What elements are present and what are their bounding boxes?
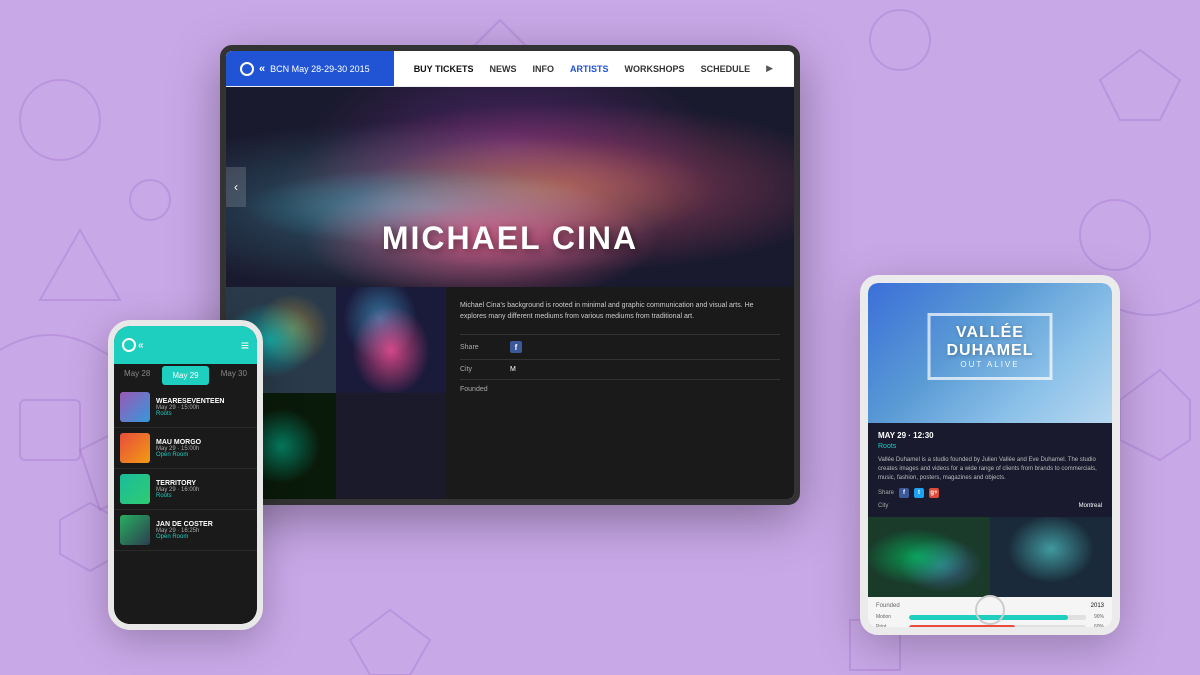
phone-thumb-1	[120, 392, 150, 422]
phone-top-bar: « ≡	[114, 326, 257, 364]
phone-list-item[interactable]: TERRITORY May 29 · 16:00h Roots	[114, 469, 257, 510]
desktop-info-text: Michael Cina's background is rooted in m…	[460, 301, 780, 322]
phone-logo: «	[122, 338, 144, 352]
phone-date-tabs: May 28 May 29 May 30	[114, 364, 257, 387]
tablet-hero-box: VALLÉE DUHAMEL OUT ALIVE	[928, 313, 1053, 380]
tablet-gplus-icon[interactable]: g+	[929, 488, 939, 498]
nav-date: BCN May 28-29-30 2015	[270, 64, 380, 74]
tablet-social-row: Share f t g+	[878, 488, 1102, 498]
phone-item-info-3: TERRITORY May 29 · 16:00h Roots	[156, 480, 251, 499]
nav-schedule[interactable]: schedule	[701, 64, 751, 74]
tablet-info-section: MAY 29 · 12:30 Roots Vallée Duhamel is a…	[868, 423, 1112, 517]
phone-item-room-1: Roots	[156, 411, 251, 417]
nav-info[interactable]: info	[533, 64, 555, 74]
tablet-hero: VALLÉE DUHAMEL OUT ALIVE	[868, 283, 1112, 423]
tablet-twitter-icon[interactable]: t	[914, 488, 924, 498]
desktop-city-row: City M	[460, 359, 780, 379]
tablet-print-label: Print	[876, 624, 906, 627]
tablet-founded-label: Founded	[876, 603, 900, 609]
city-label: City	[460, 366, 500, 373]
tablet-hero-subtitle: OUT ALIVE	[947, 360, 1034, 369]
phone-item-room-4: Open Room	[156, 534, 251, 540]
desktop-nav: « BCN May 28-29-30 2015 BUY TICKETS news…	[226, 51, 794, 87]
desktop-info-panel: Michael Cina's background is rooted in m…	[446, 287, 794, 499]
tablet-screen: VALLÉE DUHAMEL OUT ALIVE MAY 29 · 12:30 …	[868, 283, 1112, 627]
phone-tab-may30[interactable]: May 30	[211, 364, 257, 387]
desktop-founded-row: Founded	[460, 379, 780, 399]
phone-item-title-2: MAU MORGO	[156, 439, 251, 446]
tablet-middle-images	[868, 517, 1112, 597]
desktop-hero: MICHAEL CINA ‹	[226, 87, 794, 287]
gallery-thumb-2	[336, 287, 446, 393]
nav-news[interactable]: news	[490, 64, 517, 74]
phone-screen: « ≡ May 28 May 29 May 30 WEARESEVENTEEN …	[114, 326, 257, 624]
tablet-founded-value: 2013	[1091, 603, 1104, 609]
desktop-hero-title: MICHAEL CINA	[382, 220, 638, 257]
phone-item-info-2: MAU MORGO May 29 · 15:00h Open Room	[156, 439, 251, 458]
phone-tab-may28[interactable]: May 28	[114, 364, 160, 387]
tablet-print-bar-bg	[909, 625, 1086, 628]
tablet-city-label: City	[878, 503, 888, 509]
tablet-img-1	[868, 517, 990, 597]
phone-logo-arrow: «	[138, 340, 144, 351]
desktop-content: Michael Cina's background is rooted in m…	[226, 287, 794, 499]
desktop-nav-links: BUY TICKETS news info artists workshops …	[394, 51, 793, 86]
hamburger-icon[interactable]: ≡	[241, 337, 249, 353]
nav-brand: « BCN May 28-29-30 2015	[226, 51, 394, 86]
share-label: Share	[460, 344, 500, 351]
tablet-home-button[interactable]	[975, 595, 1005, 625]
phone-item-room-3: Roots	[156, 493, 251, 499]
tablet-city-row: City Montreal	[878, 503, 1102, 509]
tablet-fb-icon[interactable]: f	[899, 488, 909, 498]
gallery-item-4	[336, 393, 446, 499]
tablet-img-2	[990, 517, 1112, 597]
phone-thumb-2	[120, 433, 150, 463]
hero-paint	[226, 127, 794, 287]
facebook-icon[interactable]: f	[510, 341, 522, 353]
phone-tab-may29[interactable]: May 29	[162, 366, 208, 385]
founded-label: Founded	[460, 386, 500, 393]
phone-thumb-3	[120, 474, 150, 504]
phone-thumb-4	[120, 515, 150, 545]
phone-item-title-4: JAN DE COSTER	[156, 521, 251, 528]
nav-artists[interactable]: artists	[570, 64, 609, 74]
nav-workshops[interactable]: workshops	[625, 64, 685, 74]
phone-list-item[interactable]: JAN DE COSTER May 29 · 16:25h Open Room	[114, 510, 257, 551]
tablet-motion-pct: 90%	[1089, 614, 1104, 620]
nav-buy-tickets[interactable]: BUY TICKETS	[414, 64, 474, 74]
tablet-device: VALLÉE DUHAMEL OUT ALIVE MAY 29 · 12:30 …	[860, 275, 1120, 635]
tablet-hero-title: VALLÉE DUHAMEL	[947, 324, 1034, 360]
phone-item-info-4: JAN DE COSTER May 29 · 16:25h Open Room	[156, 521, 251, 540]
tablet-city-value: Montreal	[1079, 503, 1102, 509]
phone-item-info-1: WEARESEVENTEEN May 29 · 15:00h Roots	[156, 398, 251, 417]
desktop-screen: « BCN May 28-29-30 2015 BUY TICKETS news…	[226, 51, 794, 499]
tablet-description: Vallée Duhamel is a studio founded by Ju…	[878, 456, 1102, 483]
tablet-date: MAY 29 · 12:30	[878, 431, 1102, 440]
tablet-motion-label: Motion	[876, 614, 906, 620]
phone-schedule-list: WEARESEVENTEEN May 29 · 15:00h Roots MAU…	[114, 387, 257, 624]
desktop-prev-btn[interactable]: ‹	[226, 167, 246, 207]
nav-logo-circle	[240, 62, 254, 76]
tablet-print-pct: 60%	[1089, 624, 1104, 627]
tablet-print-bar-fill	[909, 625, 1015, 628]
phone-item-title-1: WEARESEVENTEEN	[156, 398, 251, 405]
tablet-share-label: Share	[878, 490, 894, 496]
phone-logo-circle	[122, 338, 136, 352]
phone-item-room-2: Open Room	[156, 452, 251, 458]
phone-list-item[interactable]: WEARESEVENTEEN May 29 · 15:00h Roots	[114, 387, 257, 428]
phone-device: « ≡ May 28 May 29 May 30 WEARESEVENTEEN …	[108, 320, 263, 630]
desktop-share-row: Share f	[460, 334, 780, 359]
desktop-device: « BCN May 28-29-30 2015 BUY TICKETS news…	[220, 45, 800, 505]
nav-arrow-right: ▶	[766, 63, 773, 74]
nav-logo-arrow: «	[259, 63, 265, 75]
gallery-thumb-4	[336, 393, 446, 499]
phone-list-item[interactable]: MAU MORGO May 29 · 15:00h Open Room	[114, 428, 257, 469]
gallery-item-2	[336, 287, 446, 393]
tablet-venue: Roots	[878, 443, 1102, 450]
city-value: M	[510, 366, 516, 373]
phone-item-title-3: TERRITORY	[156, 480, 251, 487]
